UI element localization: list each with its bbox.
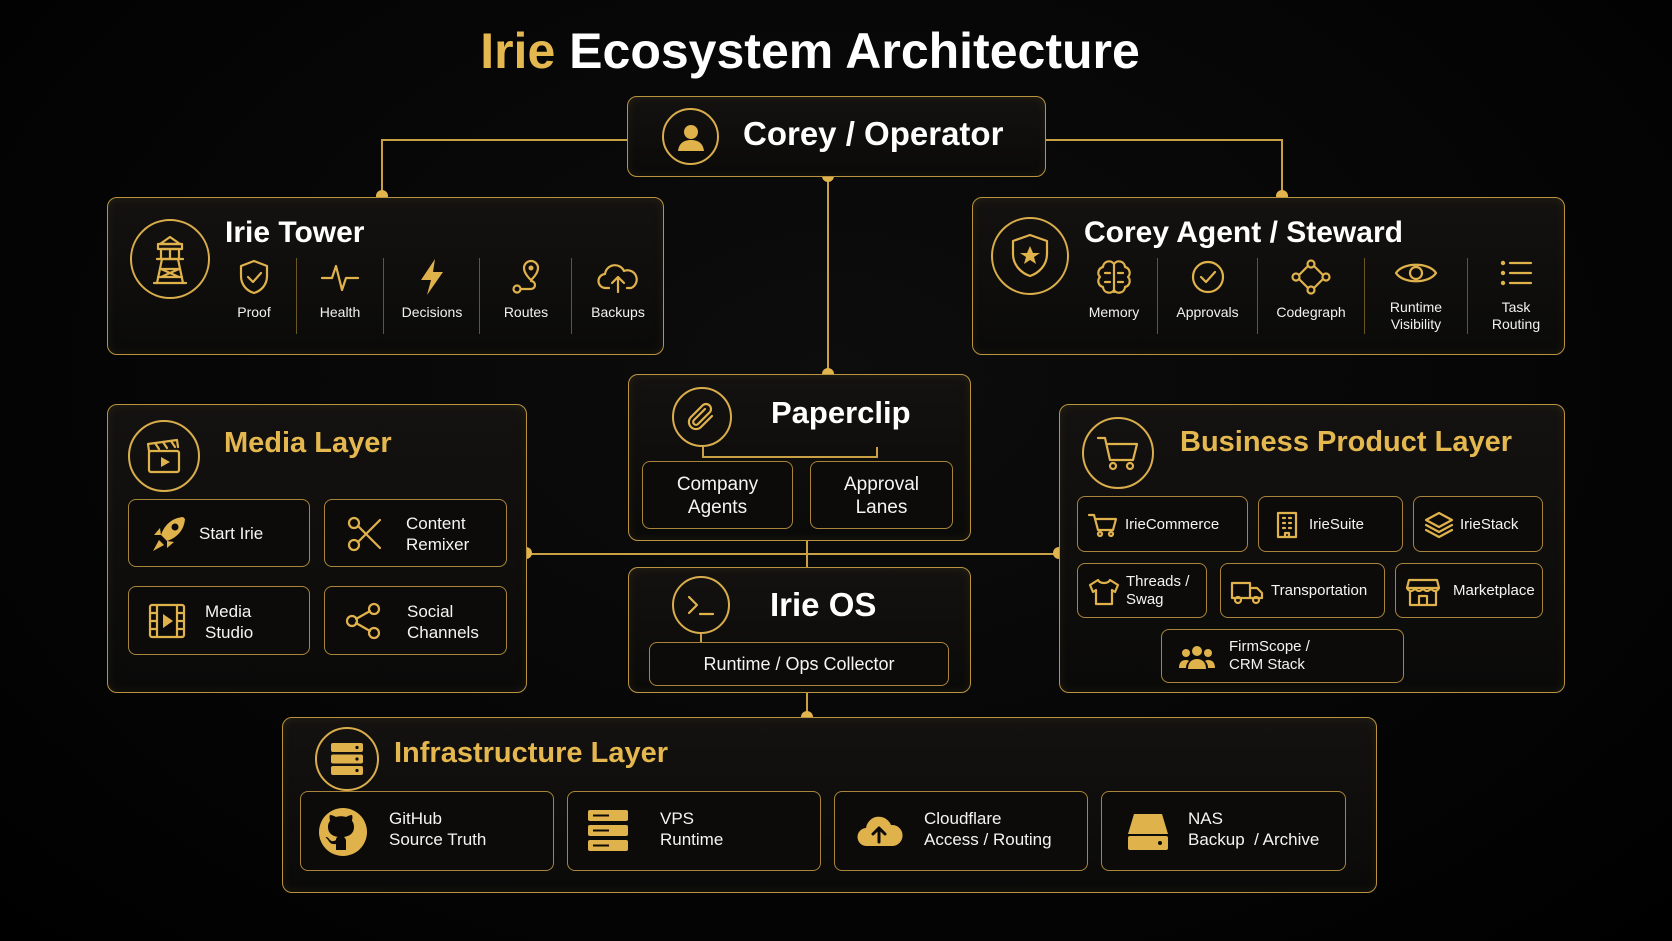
eye-icon xyxy=(1394,263,1438,283)
storefront-icon xyxy=(1406,578,1440,607)
tower-feature-backups[interactable]: Backups xyxy=(572,258,664,321)
title-accent: Irie xyxy=(480,23,556,79)
tower-feature-health[interactable]: Health xyxy=(297,258,383,321)
business-title: Business Product Layer xyxy=(1180,426,1512,458)
business-item-iriecommerce[interactable]: IrieCommerce xyxy=(1077,496,1248,552)
github-icon xyxy=(319,808,367,856)
business-layer-box[interactable]: Business Product Layer IrieCommerce Irie… xyxy=(1059,404,1565,693)
paperclip-icon xyxy=(672,387,732,447)
operator-label: Corey / Operator xyxy=(743,115,1004,152)
tower-feature-decisions[interactable]: Decisions xyxy=(384,258,480,321)
infra-item-cloudflare[interactable]: Cloudflare Access / Routing xyxy=(834,791,1088,871)
paperclip-item-company-agents[interactable]: Company Agents xyxy=(642,461,793,529)
business-item-firmscope-crm[interactable]: FirmScope / CRM Stack xyxy=(1161,629,1404,683)
media-item-content-remixer[interactable]: Content Remixer xyxy=(324,499,507,567)
infra-title: Infrastructure Layer xyxy=(394,737,668,769)
rocket-icon xyxy=(153,517,185,551)
agent-feature-codegraph[interactable]: Codegraph xyxy=(1258,258,1364,321)
truck-icon xyxy=(1230,581,1264,605)
layers-icon xyxy=(1424,511,1454,539)
shopping-cart-icon xyxy=(1082,417,1154,489)
shield-star-icon xyxy=(991,217,1069,295)
infra-item-vps[interactable]: VPS Runtime xyxy=(567,791,821,871)
title-rest: Ecosystem Architecture xyxy=(569,23,1140,79)
operator-box[interactable]: Corey / Operator xyxy=(627,96,1046,177)
server-icon xyxy=(588,810,628,851)
check-circle-icon xyxy=(1191,260,1224,294)
agent-feature-approvals[interactable]: Approvals xyxy=(1158,258,1257,321)
hard-drive-icon xyxy=(1128,814,1168,850)
share-icon xyxy=(345,602,381,640)
infrastructure-layer-box[interactable]: Infrastructure Layer GitHub Source Truth … xyxy=(282,717,1377,893)
building-icon xyxy=(1276,511,1298,539)
agent-title: Corey Agent / Steward xyxy=(1084,216,1403,249)
page-title: Irie Ecosystem Architecture xyxy=(0,22,1620,80)
tshirt-icon xyxy=(1088,578,1120,606)
clapperboard-icon xyxy=(128,420,200,492)
agent-feature-task-routing[interactable]: Task Routing xyxy=(1468,255,1564,333)
lightning-icon xyxy=(421,259,443,295)
cloud-upload-icon xyxy=(597,264,638,294)
business-item-transportation[interactable]: Transportation xyxy=(1220,563,1385,618)
users-group-icon xyxy=(1179,646,1215,669)
tower-feature-routes[interactable]: Routes xyxy=(480,258,572,321)
cart-icon xyxy=(1087,513,1118,538)
user-icon xyxy=(662,108,719,165)
scissors-icon xyxy=(347,516,382,552)
list-icon xyxy=(1500,260,1533,286)
media-item-start-irie[interactable]: Start Irie xyxy=(128,499,310,567)
agent-feature-runtime-visibility[interactable]: Runtime Visibility xyxy=(1365,255,1467,333)
graph-nodes-icon xyxy=(1291,259,1331,295)
corey-agent-box[interactable]: Corey Agent / Steward Memory Approvals C… xyxy=(972,197,1565,355)
business-item-threads-swag[interactable]: Threads / Swag xyxy=(1077,563,1207,618)
media-item-media-studio[interactable]: Media Studio xyxy=(128,586,310,655)
film-play-icon xyxy=(148,603,186,639)
tower-title: Irie Tower xyxy=(225,216,365,249)
terminal-icon xyxy=(672,576,730,634)
business-item-marketplace[interactable]: Marketplace xyxy=(1395,563,1543,618)
media-title: Media Layer xyxy=(224,427,392,459)
paperclip-box[interactable]: Paperclip Company Agents Approval Lanes xyxy=(628,374,971,541)
tower-feature-proof[interactable]: Proof xyxy=(211,258,297,321)
paperclip-title: Paperclip xyxy=(771,395,911,430)
business-item-iriesuite[interactable]: IrieSuite xyxy=(1258,496,1403,552)
pulse-icon xyxy=(320,264,360,292)
infra-item-nas[interactable]: NAS Backup / Archive xyxy=(1101,791,1346,871)
irie-os-box[interactable]: Irie OS Runtime / Ops Collector xyxy=(628,567,971,693)
server-stack-icon xyxy=(315,727,379,791)
agent-feature-memory[interactable]: Memory xyxy=(1071,258,1157,321)
route-pin-icon xyxy=(512,259,540,294)
business-item-iriestack[interactable]: IrieStack xyxy=(1413,496,1543,552)
irie-os-title: Irie OS xyxy=(770,586,877,623)
infra-item-github[interactable]: GitHub Source Truth xyxy=(300,791,554,871)
shield-check-icon xyxy=(239,259,269,295)
cloud-upload-icon xyxy=(857,816,903,847)
media-layer-box[interactable]: Media Layer Start Irie Content Remixer Me… xyxy=(107,404,527,693)
tower-icon xyxy=(130,219,210,299)
paperclip-item-approval-lanes[interactable]: Approval Lanes xyxy=(810,461,953,529)
irie-os-item-runtime-ops-collector[interactable]: Runtime / Ops Collector xyxy=(649,642,949,686)
irie-tower-box[interactable]: Irie Tower Proof Health Decisions Routes… xyxy=(107,197,664,355)
media-item-social-channels[interactable]: Social Channels xyxy=(324,586,507,655)
brain-icon xyxy=(1097,260,1131,294)
